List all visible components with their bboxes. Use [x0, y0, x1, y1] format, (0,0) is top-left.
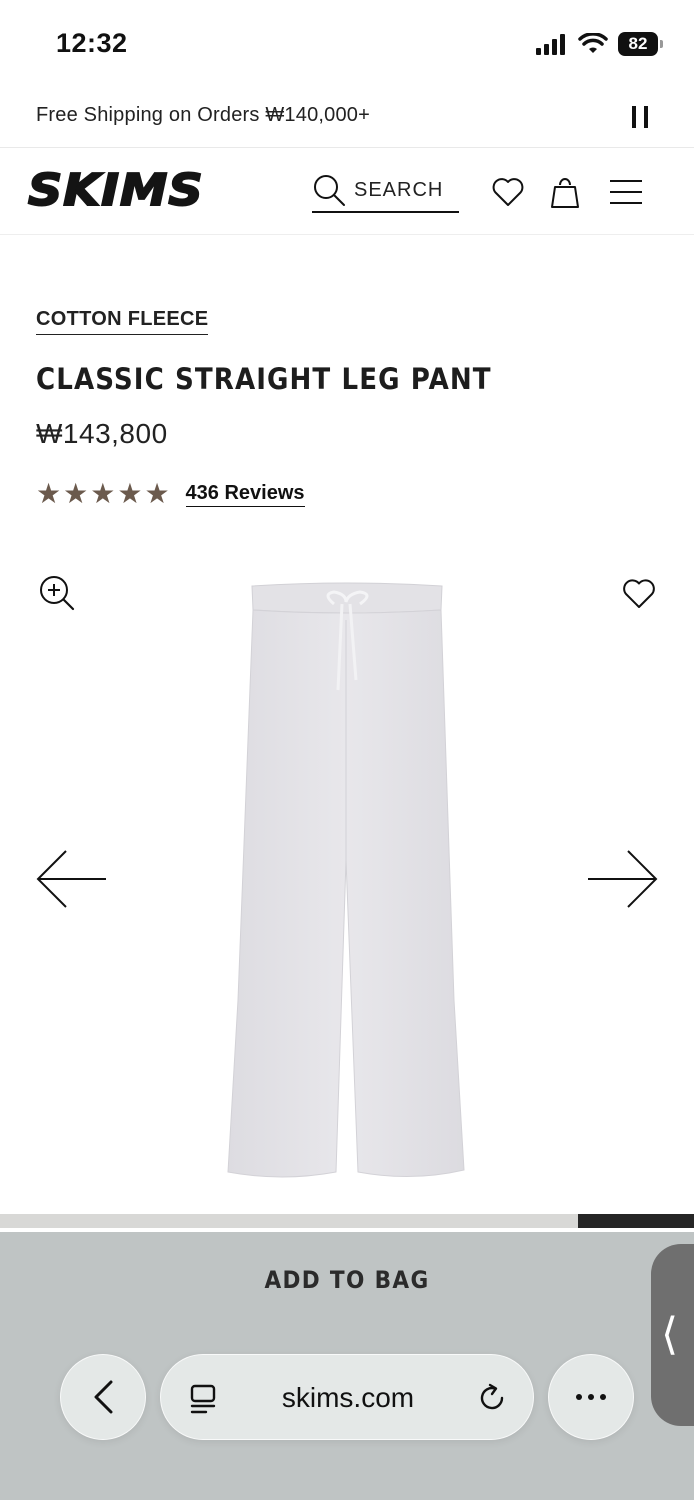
add-to-bag-button[interactable]: ADD TO BAG — [35, 1250, 660, 1310]
carousel-progress — [0, 1214, 694, 1228]
more-dot — [588, 1394, 594, 1400]
star-icon: ★ — [117, 477, 143, 510]
chevron-left-icon — [94, 1380, 113, 1414]
address-bar[interactable]: skims.com — [160, 1354, 534, 1440]
search-button[interactable]: SEARCH — [312, 169, 459, 213]
status-icons: 82 — [536, 30, 663, 58]
pause-icon[interactable] — [632, 106, 648, 128]
chevron-left-icon: ⟨ — [661, 1309, 679, 1360]
product-wishlist-icon[interactable] — [622, 578, 656, 610]
promo-text: Free Shipping on Orders ₩140,000+ — [36, 104, 371, 126]
signal-icon — [536, 34, 565, 55]
next-image-arrow-icon[interactable] — [586, 848, 658, 910]
more-options-button[interactable] — [548, 1354, 634, 1440]
product-rating: ★ ★ ★ ★ ★ 436 Reviews — [36, 480, 305, 508]
status-bar: 12:32 82 — [0, 0, 694, 90]
menu-icon[interactable] — [608, 177, 644, 207]
zoom-in-icon[interactable] — [38, 574, 76, 612]
product-price: ₩143,800 — [36, 418, 168, 449]
wishlist-heart-icon[interactable] — [492, 177, 524, 207]
browser-back-button[interactable] — [60, 1354, 146, 1440]
star-icon: ★ — [144, 477, 170, 510]
product-gallery — [0, 540, 694, 1216]
promo-bar: Free Shipping on Orders ₩140,000+ — [0, 90, 694, 148]
site-header: SKIMS SEARCH — [0, 149, 694, 235]
side-panel-handle[interactable]: ⟨ — [651, 1244, 694, 1426]
bag-icon[interactable] — [550, 175, 580, 209]
wifi-icon — [578, 33, 608, 53]
more-dot — [576, 1394, 582, 1400]
skims-logo[interactable]: SKIMS — [27, 166, 204, 216]
star-icon: ★ — [90, 477, 116, 510]
more-dot — [600, 1394, 606, 1400]
search-label: SEARCH — [354, 178, 444, 201]
star-icon: ★ — [63, 477, 89, 510]
bottom-panel: ADD TO BAG skims.com ⟨ — [0, 1232, 694, 1500]
reload-icon[interactable] — [477, 1383, 507, 1413]
collection-link[interactable]: COTTON FLEECE — [36, 308, 209, 335]
reviews-link[interactable]: 436 Reviews — [185, 482, 305, 507]
star-icon: ★ — [36, 477, 62, 510]
product-image-pants[interactable] — [222, 580, 472, 1180]
product-title: CLASSIC STRAIGHT LEG PANT — [36, 362, 492, 396]
previous-image-arrow-icon[interactable] — [36, 848, 108, 910]
status-time: 12:32 — [56, 28, 128, 58]
carousel-progress-indicator — [578, 1214, 694, 1228]
search-icon — [314, 175, 345, 206]
battery-icon: 82 — [618, 32, 663, 56]
rating-stars: ★ ★ ★ ★ ★ — [36, 480, 170, 508]
